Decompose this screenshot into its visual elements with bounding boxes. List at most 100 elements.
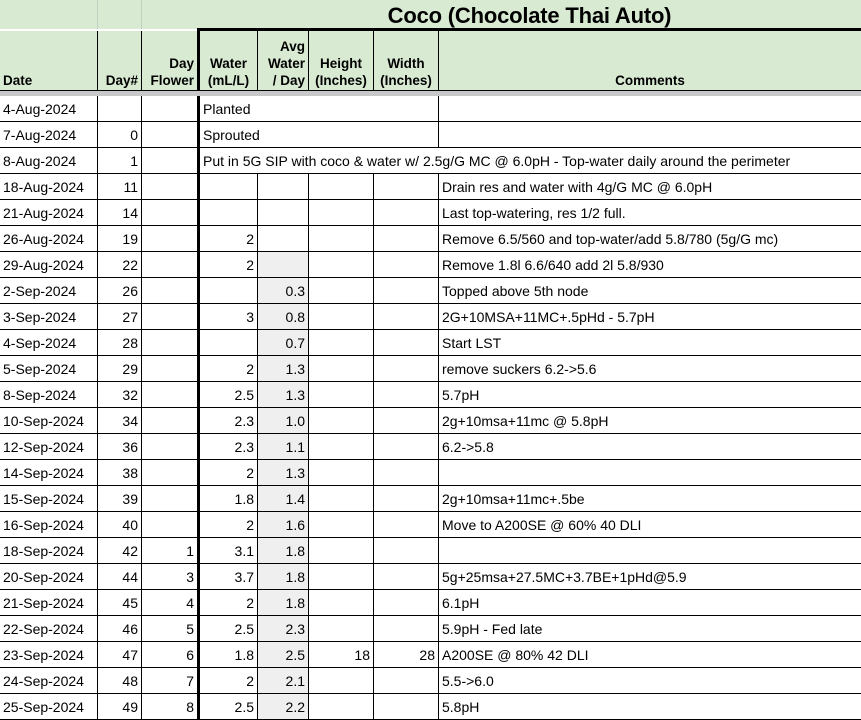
cell-day-flower[interactable]: [141, 200, 197, 225]
cell-day-flower[interactable]: [141, 434, 197, 459]
header-width[interactable]: Width (Inches): [374, 31, 438, 91]
cell-day-flower[interactable]: [141, 382, 197, 407]
cell-height[interactable]: [309, 616, 373, 641]
cell-water[interactable]: 2.5: [200, 694, 257, 719]
cell-day[interactable]: 36: [97, 434, 141, 459]
cell-day[interactable]: 22: [97, 252, 141, 277]
cell-comment[interactable]: Remove 1.8l 6.6/640 add 2l 5.8/930: [439, 252, 861, 277]
cell-width[interactable]: [374, 356, 438, 381]
cell-date[interactable]: 18-Sep-2024: [0, 538, 97, 563]
cell-day[interactable]: [97, 96, 141, 121]
cell-avg-water[interactable]: 1.3: [258, 356, 308, 381]
cell-date[interactable]: 22-Sep-2024: [0, 616, 97, 641]
cell-water[interactable]: [200, 200, 257, 225]
cell-merged-note[interactable]: Sprouted: [200, 122, 861, 147]
cell-merged-note[interactable]: Planted: [200, 96, 861, 121]
cell-date[interactable]: 5-Sep-2024: [0, 356, 97, 381]
cell-merged-note[interactable]: Put in 5G SIP with coco & water w/ 2.5g/…: [200, 148, 861, 173]
cell-day[interactable]: 40: [97, 512, 141, 537]
cell-water[interactable]: 2: [200, 460, 257, 485]
cell-height[interactable]: [309, 382, 373, 407]
cell-width[interactable]: [374, 200, 438, 225]
cell-date[interactable]: 8-Aug-2024: [0, 148, 97, 173]
cell-comment[interactable]: 2g+10msa+11mc+.5be: [439, 486, 861, 511]
cell-day-flower[interactable]: 5: [141, 616, 197, 641]
cell-avg-water[interactable]: [258, 252, 308, 277]
cell-height[interactable]: [309, 486, 373, 511]
cell-water[interactable]: 2: [200, 226, 257, 251]
cell-date[interactable]: 3-Sep-2024: [0, 304, 97, 329]
cell-day[interactable]: 45: [97, 590, 141, 615]
cell-avg-water[interactable]: [258, 226, 308, 251]
cell-comment[interactable]: [439, 460, 861, 485]
cell-comment[interactable]: remove suckers 6.2->5.6: [439, 356, 861, 381]
cell-day-flower[interactable]: [141, 408, 197, 433]
cell-height[interactable]: [309, 564, 373, 589]
cell-water[interactable]: 2: [200, 590, 257, 615]
cell-day[interactable]: 49: [97, 694, 141, 719]
cell-day-flower[interactable]: [141, 330, 197, 355]
header-comments[interactable]: Comments: [439, 31, 861, 91]
cell-width[interactable]: [374, 512, 438, 537]
cell-height[interactable]: [309, 356, 373, 381]
header-day[interactable]: Day#: [97, 31, 141, 91]
cell-height[interactable]: [309, 538, 373, 563]
cell-day-flower[interactable]: 7: [141, 668, 197, 693]
cell-comment[interactable]: 6.2->5.8: [439, 434, 861, 459]
cell-water[interactable]: [200, 174, 257, 199]
cell-comment[interactable]: Remove 6.5/560 and top-water/add 5.8/780…: [439, 226, 861, 251]
cell-date[interactable]: 4-Sep-2024: [0, 330, 97, 355]
cell-day[interactable]: 44: [97, 564, 141, 589]
cell-day-flower[interactable]: [141, 226, 197, 251]
cell-day[interactable]: 11: [97, 174, 141, 199]
cell-day-flower[interactable]: 4: [141, 590, 197, 615]
cell-comment[interactable]: Topped above 5th node: [439, 278, 861, 303]
cell-width[interactable]: [374, 564, 438, 589]
cell-date[interactable]: 10-Sep-2024: [0, 408, 97, 433]
cell-date[interactable]: 15-Sep-2024: [0, 486, 97, 511]
cell-day[interactable]: 38: [97, 460, 141, 485]
cell-height[interactable]: [309, 226, 373, 251]
cell-day-flower[interactable]: 1: [141, 538, 197, 563]
cell-day-flower[interactable]: [141, 486, 197, 511]
cell-avg-water[interactable]: 1.0: [258, 408, 308, 433]
cell-day[interactable]: 19: [97, 226, 141, 251]
cell-water[interactable]: 2: [200, 668, 257, 693]
cell-day-flower[interactable]: [141, 96, 197, 121]
cell-day[interactable]: 42: [97, 538, 141, 563]
cell-day[interactable]: 1: [97, 148, 141, 173]
cell-water[interactable]: 2.5: [200, 616, 257, 641]
cell-water[interactable]: 2.3: [200, 408, 257, 433]
cell-day[interactable]: 29: [97, 356, 141, 381]
header-water[interactable]: Water (mL/L): [200, 31, 257, 91]
cell-date[interactable]: 2-Sep-2024: [0, 278, 97, 303]
cell-avg-water[interactable]: 1.8: [258, 564, 308, 589]
cell-comment[interactable]: 5.8pH: [439, 694, 861, 719]
cell-width[interactable]: [374, 252, 438, 277]
cell-height[interactable]: [309, 408, 373, 433]
cell-date[interactable]: 7-Aug-2024: [0, 122, 97, 147]
cell-height[interactable]: [309, 174, 373, 199]
cell-day-flower[interactable]: [141, 174, 197, 199]
cell-water[interactable]: 2: [200, 356, 257, 381]
cell-height[interactable]: [309, 278, 373, 303]
cell-day-flower[interactable]: 6: [141, 642, 197, 667]
cell-avg-water[interactable]: [258, 200, 308, 225]
cell-avg-water[interactable]: 2.3: [258, 616, 308, 641]
cell-comment[interactable]: A200SE @ 80% 42 DLI: [439, 642, 861, 667]
cell-day[interactable]: 32: [97, 382, 141, 407]
cell-comment[interactable]: [439, 538, 861, 563]
cell-day-flower[interactable]: [141, 512, 197, 537]
cell-water[interactable]: 1.8: [200, 642, 257, 667]
cell-date[interactable]: 21-Aug-2024: [0, 200, 97, 225]
cell-width[interactable]: [374, 538, 438, 563]
cell-date[interactable]: 8-Sep-2024: [0, 382, 97, 407]
cell-day[interactable]: 47: [97, 642, 141, 667]
cell-day-flower[interactable]: 8: [141, 694, 197, 719]
cell-date[interactable]: 25-Sep-2024: [0, 694, 97, 719]
cell-day[interactable]: 34: [97, 408, 141, 433]
cell-day[interactable]: 39: [97, 486, 141, 511]
cell-height[interactable]: [309, 252, 373, 277]
cell-height[interactable]: [309, 694, 373, 719]
cell-date[interactable]: 20-Sep-2024: [0, 564, 97, 589]
